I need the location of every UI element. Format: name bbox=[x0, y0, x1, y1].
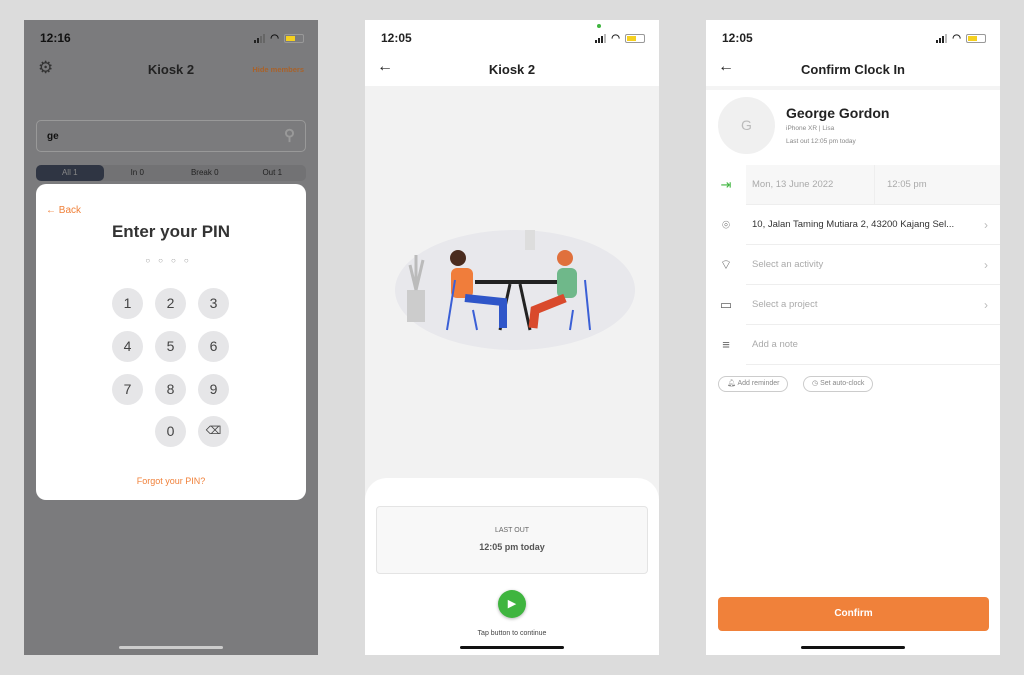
last-out-label: LAST OUT bbox=[494, 527, 530, 534]
hide-members-link[interactable]: Hide members bbox=[252, 65, 304, 74]
key-1[interactable]: 1 bbox=[112, 288, 143, 319]
tap-hint: Tap button to continue bbox=[477, 630, 547, 637]
auto-clock-label: Set auto-clock bbox=[820, 380, 865, 387]
chevron-right-icon: › bbox=[984, 298, 988, 312]
status-bar: 12:16 ◠ bbox=[40, 30, 304, 46]
signal-icon bbox=[595, 33, 607, 43]
back-button[interactable]: ← Back bbox=[46, 205, 81, 216]
status-time: 12:05 bbox=[722, 31, 753, 45]
wifi-icon: ◠ bbox=[611, 32, 620, 44]
pin-dots: ○○○○ bbox=[145, 256, 197, 265]
confirm-clock-in-screen: 12:05 ◠ ← Confirm Clock In G George Gord… bbox=[706, 20, 1000, 655]
clock-in-icon: ⇥ bbox=[720, 177, 732, 192]
project-placeholder: Select a project bbox=[752, 299, 818, 310]
chevron-right-icon: › bbox=[984, 258, 988, 272]
filter-break[interactable]: Break 0 bbox=[171, 165, 239, 181]
home-indicator bbox=[119, 646, 223, 649]
last-out-value: 12:05 pm today bbox=[479, 542, 545, 552]
key-4[interactable]: 4 bbox=[112, 331, 143, 362]
member-last-out: Last out 12:05 pm today bbox=[786, 138, 856, 145]
note-row[interactable]: ≡ Add a note bbox=[722, 325, 1000, 365]
key-9[interactable]: 9 bbox=[198, 374, 229, 405]
bottom-sheet: LAST OUT 12:05 pm today ▶ Tap button to … bbox=[365, 478, 659, 655]
camera-indicator bbox=[597, 24, 601, 28]
location-value: 10, Jalan Taming Mutiara 2, 43200 Kajang… bbox=[752, 219, 955, 230]
battery-icon bbox=[966, 33, 986, 43]
status-time: 12:05 bbox=[381, 31, 412, 45]
page-title: Confirm Clock In bbox=[800, 62, 905, 77]
battery-icon bbox=[625, 33, 645, 43]
backspace-icon[interactable]: ⌫ bbox=[198, 416, 229, 447]
divider bbox=[706, 86, 1000, 90]
key-5[interactable]: 5 bbox=[155, 331, 186, 362]
key-6[interactable]: 6 bbox=[198, 331, 229, 362]
status-filter: All 1 In 0 Break 0 Out 1 bbox=[36, 165, 306, 181]
set-auto-clock-button[interactable]: ◷ Set auto-clock bbox=[803, 376, 874, 392]
key-7[interactable]: 7 bbox=[112, 374, 143, 405]
wifi-icon: ◠ bbox=[270, 32, 279, 44]
clock-icon: ◷ bbox=[812, 380, 819, 387]
search-value: ge bbox=[47, 131, 59, 142]
status-time: 12:16 bbox=[40, 31, 71, 45]
location-row[interactable]: ⌾ 10, Jalan Taming Mutiara 2, 43200 Kajan… bbox=[722, 205, 1000, 245]
note-placeholder: Add a note bbox=[752, 339, 798, 350]
key-8[interactable]: 8 bbox=[155, 374, 186, 405]
signal-icon bbox=[254, 33, 266, 43]
member-name: George Gordon bbox=[786, 105, 890, 121]
wifi-icon: ◠ bbox=[952, 32, 961, 44]
back-label: Back bbox=[58, 205, 82, 216]
pin-heading: Enter your PIN bbox=[111, 222, 231, 241]
filter-in[interactable]: In 0 bbox=[104, 165, 172, 181]
home-indicator bbox=[460, 646, 564, 649]
member-device: iPhone XR | Lisa bbox=[786, 125, 835, 132]
status-bar: 12:05 ◠ bbox=[381, 30, 645, 46]
filter-out[interactable]: Out 1 bbox=[239, 165, 307, 181]
bell-icon: 🔔︎ bbox=[727, 380, 736, 387]
project-row[interactable]: ▭ Select a project › bbox=[720, 285, 1000, 325]
home-indicator bbox=[801, 646, 905, 649]
kiosk-pin-screen: 12:16 ◠ ⚙ Kiosk 2 Hide members ge ⚲ All 1… bbox=[24, 20, 318, 655]
tag-icon: ⌔ bbox=[719, 257, 733, 272]
chevron-right-icon: › bbox=[984, 218, 988, 232]
forgot-pin-link[interactable]: Forgot your PIN? bbox=[36, 476, 306, 486]
page-title: Kiosk 2 bbox=[488, 62, 536, 77]
filter-all[interactable]: All 1 bbox=[36, 165, 104, 181]
activity-placeholder: Select an activity bbox=[752, 259, 824, 270]
date-field[interactable]: Mon, 13 June 2022 bbox=[746, 179, 833, 190]
search-input[interactable]: ge ⚲ bbox=[36, 120, 306, 152]
search-icon: ⚲ bbox=[284, 127, 295, 144]
key-0[interactable]: 0 bbox=[155, 416, 186, 447]
kiosk-last-out-screen: 12:05 ◠ ← Kiosk 2 LAST OUT 12:05 pm toda… bbox=[365, 20, 659, 655]
clock-in-datetime-row: ⇥ Mon, 13 June 2022 12:05 pm bbox=[721, 165, 1000, 205]
activity-row[interactable]: ⌔ Select an activity › bbox=[720, 245, 1000, 285]
last-out-card: LAST OUT 12:05 pm today bbox=[376, 506, 648, 574]
signal-icon bbox=[936, 33, 948, 43]
avatar: G bbox=[718, 97, 775, 154]
add-reminder-label: Add reminder bbox=[737, 380, 780, 387]
battery-icon bbox=[284, 33, 304, 43]
illustration-two-people-at-table bbox=[395, 230, 635, 350]
status-bar: 12:05 ◠ bbox=[722, 30, 986, 46]
time-field[interactable]: 12:05 pm bbox=[874, 165, 927, 204]
location-pin-icon: ⌾ bbox=[722, 217, 730, 232]
key-3[interactable]: 3 bbox=[198, 288, 229, 319]
folder-icon: ▭ bbox=[719, 297, 733, 312]
pin-modal: ← Back Enter your PIN ○○○○ 1 2 3 4 5 6 7… bbox=[36, 184, 306, 500]
add-reminder-button[interactable]: 🔔︎ Add reminder bbox=[718, 376, 789, 392]
confirm-button[interactable]: Confirm bbox=[718, 597, 989, 631]
play-button[interactable]: ▶ bbox=[498, 590, 526, 618]
play-icon: ▶ bbox=[507, 598, 517, 610]
note-lines-icon: ≡ bbox=[722, 337, 730, 352]
key-2[interactable]: 2 bbox=[155, 288, 186, 319]
back-arrow-icon: ← bbox=[46, 205, 56, 216]
